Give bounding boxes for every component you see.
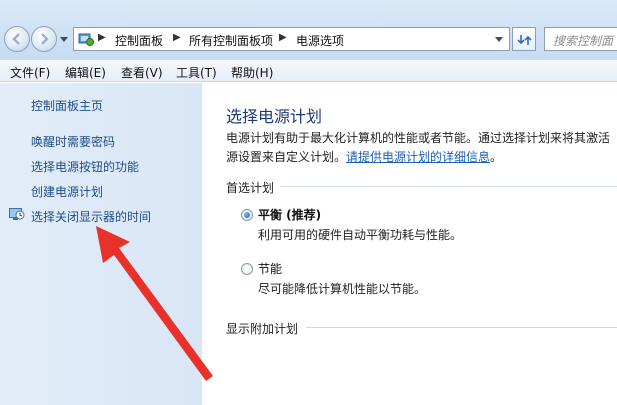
description-text-end: 。 (490, 150, 503, 164)
menu-help[interactable]: 帮助(H) (231, 64, 273, 81)
description-text: 电源计划有助于最大化计算机的性能或者节能。通过选择计划来将其激活 (226, 131, 611, 145)
divider (306, 327, 617, 328)
menu-file[interactable]: 文件(F) (10, 64, 50, 81)
navigation-pane: 控制面板主页 唤醒时需要密码 选择电源按钮的功能 创建电源计划 选择关闭显示器的… (0, 83, 202, 405)
radio-balanced[interactable] (241, 209, 253, 221)
main-content: 选择电源计划 电源计划有助于最大化计算机的性能或者节能。通过选择计划来将其激活 … (202, 83, 617, 405)
plan-desc-balanced: 利用可用的硬件自动平衡功耗与性能。 (258, 228, 463, 242)
address-bar: ▶ 控制面板 ▶ 所有控制面板项 ▶ 电源选项 搜索控制面 (0, 0, 617, 60)
radio-selected-dot-icon (244, 212, 250, 218)
breadcrumb-separator-icon[interactable]: ▶ (279, 32, 287, 43)
link-display-off-time[interactable]: 选择关闭显示器的时间 (31, 208, 151, 225)
preferred-plans-header: 首选计划 (226, 181, 275, 195)
menu-view[interactable]: 查看(V) (121, 64, 163, 81)
refresh-button[interactable] (512, 27, 536, 51)
menu-edit[interactable]: 编辑(E) (65, 64, 106, 81)
divider (280, 186, 617, 187)
link-control-panel-home[interactable]: 控制面板主页 (31, 97, 103, 114)
link-power-button-settings[interactable]: 选择电源按钮的功能 (31, 158, 139, 175)
page-title: 选择电源计划 (226, 107, 323, 126)
power-plan-details-link[interactable]: 请提供电源计划的详细信息 (346, 150, 490, 164)
radio-power-saver[interactable] (241, 263, 253, 275)
menu-bar: 文件(F) 编辑(E) 查看(V) 工具(T) 帮助(H) (0, 60, 617, 82)
link-create-power-plan[interactable]: 创建电源计划 (31, 183, 103, 200)
breadcrumb[interactable]: ▶ 控制面板 ▶ 所有控制面板项 ▶ 电源选项 (73, 27, 510, 51)
back-button[interactable] (4, 26, 30, 52)
back-arrow-icon (12, 33, 20, 45)
plan-name-power-saver[interactable]: 节能 (258, 260, 282, 277)
breadcrumb-separator-icon[interactable]: ▶ (173, 32, 181, 43)
display-clock-icon (9, 208, 25, 220)
show-additional-plans-header[interactable]: 显示附加计划 (226, 320, 298, 337)
plan-name-balanced[interactable]: 平衡 (推荐) (258, 206, 321, 223)
breadcrumb-separator-icon[interactable]: ▶ (98, 32, 106, 43)
plan-desc-power-saver: 尽可能降低计算机性能以节能。 (258, 282, 427, 296)
menu-tools[interactable]: 工具(T) (176, 64, 217, 81)
control-panel-icon (78, 33, 94, 46)
breadcrumb-item-control-panel[interactable]: 控制面板 (115, 32, 163, 49)
search-input[interactable]: 搜索控制面 (544, 27, 617, 51)
description-text-start: 源设置来自定义计划。 (226, 150, 347, 164)
breadcrumb-item-all-items[interactable]: 所有控制面板项 (189, 32, 273, 49)
forward-arrow-icon (41, 33, 49, 45)
refresh-icon (517, 35, 532, 45)
link-require-password-on-wakeup[interactable]: 唤醒时需要密码 (31, 133, 115, 150)
description-text-cont: 源设置来自定义计划。请提供电源计划的详细信息。 (226, 148, 502, 165)
breadcrumb-item-power-options[interactable]: 电源选项 (296, 32, 344, 49)
forward-button[interactable] (31, 26, 57, 52)
recent-pages-dropdown-icon[interactable] (60, 37, 68, 43)
address-dropdown-icon[interactable] (495, 37, 503, 43)
